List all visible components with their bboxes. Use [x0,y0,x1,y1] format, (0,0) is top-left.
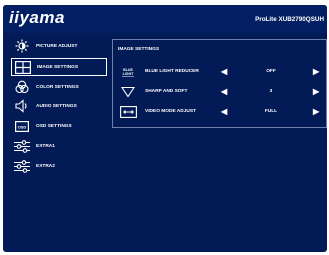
color-circles-icon [13,80,31,94]
sidebar-item-image-settings[interactable]: IMAGE SETTINGS [11,58,107,76]
brand-logo: iiyama [9,8,65,27]
sidebar-item-label: OSD SETTINGS [36,123,72,129]
sliders-icon [13,159,31,173]
left-arrow-icon[interactable]: ◀ [221,107,227,116]
left-arrow-icon[interactable]: ◀ [221,87,227,96]
model-name: ProLite XUB2790QSUH [255,16,324,23]
osd-menu: iiyama ProLite XUB2790QSUH PICTURE ADJUS… [3,5,327,252]
sun-brightness-icon [13,39,31,53]
setting-value: FULL [264,109,278,114]
speaker-icon [13,99,31,113]
image-settings-icon [14,60,32,74]
setting-row-blue-light-reducer[interactable]: BLUE LIGHT BLUE LIGHT REDUCER ◀ OFF ▶ [113,63,327,81]
osd-header: iiyama ProLite XUB2790QSUH [3,5,327,33]
sidebar-item-extra1[interactable]: EXTRA1 [11,137,107,155]
osd-icon: OSD [13,119,31,133]
setting-label: SHARP AND SOFT [145,89,188,94]
sidebar-item-audio-settings[interactable]: AUDIO SETTINGS [11,97,107,115]
left-arrow-icon[interactable]: ◀ [221,67,227,76]
setting-row-video-mode-adjust[interactable]: VIDEO MODE ADJUST ◀ FULL ▶ [113,103,327,121]
video-mode-icon [119,105,137,119]
sidebar-item-color-settings[interactable]: COLOR SETTINGS [11,78,107,96]
sidebar-item-label: AUDIO SETTINGS [36,103,77,109]
right-arrow-icon[interactable]: ▶ [313,67,319,76]
setting-value: OFF [266,69,276,74]
triangle-down-icon [119,85,137,99]
sidebar-item-label: COLOR SETTINGS [36,84,79,90]
sidebar-item-label: EXTRA2 [36,163,55,169]
setting-label: VIDEO MODE ADJUST [145,109,196,114]
setting-label: BLUE LIGHT REDUCER [145,69,199,74]
osd-icon-text: OSD [18,124,27,129]
sidebar-item-picture-adjust[interactable]: PICTURE ADJUST [11,37,107,55]
sidebar-item-label: IMAGE SETTINGS [37,64,79,70]
sidebar-item-label: EXTRA1 [36,143,55,149]
blue-light-icon-text-2: LIGHT [123,72,135,76]
sidebar-item-extra2[interactable]: EXTRA2 [11,157,107,175]
right-arrow-icon[interactable]: ▶ [313,107,319,116]
sidebar-item-label: PICTURE ADJUST [36,43,78,49]
panel-title: IMAGE SETTINGS [118,47,160,52]
image-settings-panel: IMAGE SETTINGS BLUE LIGHT BLUE LIGHT RED… [112,39,327,128]
setting-row-sharp-and-soft[interactable]: SHARP AND SOFT ◀ 3 ▶ [113,83,327,101]
setting-value: 3 [269,89,273,94]
right-arrow-icon[interactable]: ▶ [313,87,319,96]
blue-light-icon: BLUE LIGHT [119,65,137,79]
sidebar-item-osd-settings[interactable]: OSD OSD SETTINGS [11,117,107,135]
sliders-icon [13,139,31,153]
